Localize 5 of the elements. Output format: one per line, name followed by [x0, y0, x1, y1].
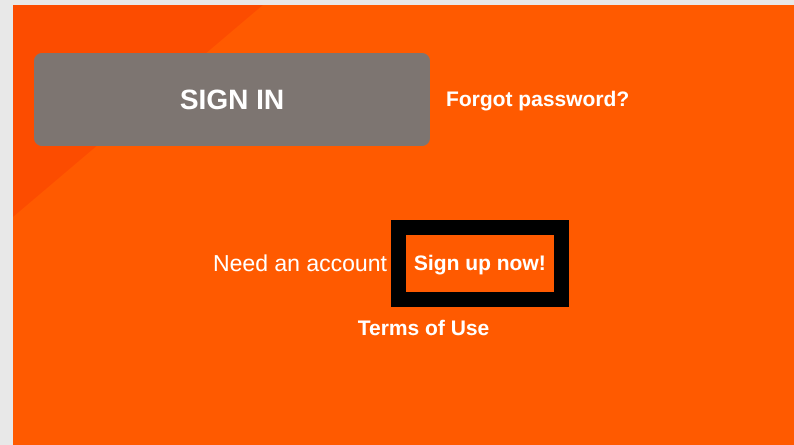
terms-of-use-link[interactable]: Terms of Use: [358, 313, 490, 344]
forgot-password-link[interactable]: Forgot password?: [446, 84, 630, 116]
sign-up-link[interactable]: Sign up now!: [414, 248, 546, 280]
signup-prompt: Need an account: [213, 249, 387, 278]
sign-in-button[interactable]: SIGN IN: [34, 53, 430, 146]
